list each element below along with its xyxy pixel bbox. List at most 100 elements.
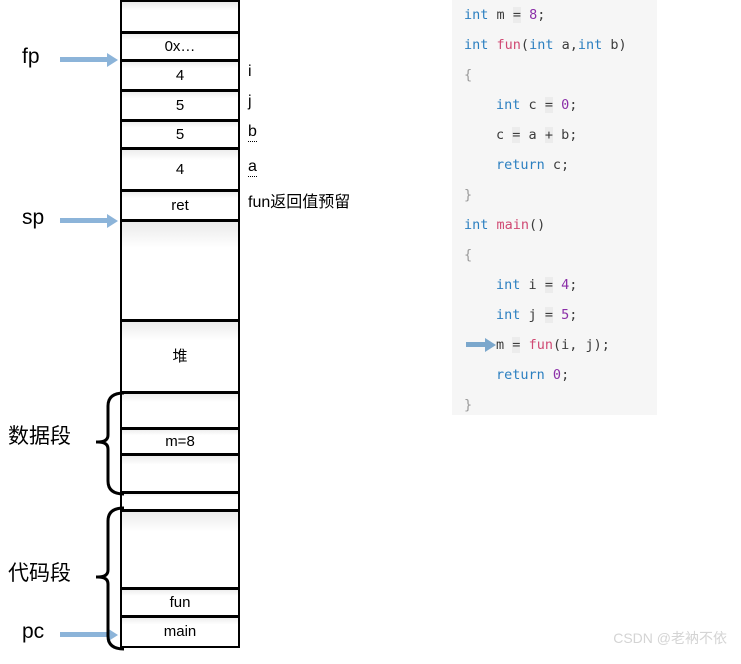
segment-label-data-segment: 数据段 xyxy=(8,425,71,448)
code-token: (i, j); xyxy=(552,337,610,353)
memory-cell: ret xyxy=(122,190,238,220)
code-token: int xyxy=(464,217,489,233)
code-token: 5 xyxy=(561,307,570,323)
code-token: 8 xyxy=(529,7,538,23)
code-token: = xyxy=(512,7,521,23)
memory-cell-divider xyxy=(122,89,238,92)
code-token: } xyxy=(464,187,473,203)
code-line: c = a + b; xyxy=(464,120,577,150)
code-token: 4 xyxy=(561,277,570,293)
arrow-head xyxy=(107,214,118,228)
segment-brace-code-segment-icon xyxy=(96,506,125,651)
memory-cell: 堆 xyxy=(122,320,238,392)
code-line: int m = 8; xyxy=(464,0,545,30)
stack-slot-label: i xyxy=(248,63,252,80)
code-token: { xyxy=(464,247,473,263)
code-token: ( xyxy=(520,37,530,53)
memory-cell-divider xyxy=(122,189,238,192)
stack-slot-label: a xyxy=(248,158,257,177)
stack-slot-label: j xyxy=(248,93,252,110)
watermark: CSDN @老衲不依 xyxy=(613,630,727,646)
code-token: c; xyxy=(544,157,570,173)
memory-cell-divider xyxy=(122,319,238,322)
pointer-label-pc: pc xyxy=(22,620,45,643)
code-token: 0 xyxy=(552,367,562,383)
current-execution-arrow-icon xyxy=(466,338,496,352)
memory-cell-divider xyxy=(122,147,238,150)
code-token: i xyxy=(528,277,537,293)
code-token: } xyxy=(464,397,473,413)
code-token: ; xyxy=(569,307,578,323)
code-token: { xyxy=(464,67,473,83)
arrow-shaft xyxy=(60,218,108,223)
code-token: ; xyxy=(561,367,570,383)
memory-cell-label: ret xyxy=(171,196,189,214)
code-line: int fun(int a,int b) xyxy=(464,30,627,60)
code-token: a, xyxy=(553,37,578,53)
arrow-head xyxy=(485,338,496,352)
code-line: int j = 5; xyxy=(464,300,577,330)
code-token: b; xyxy=(552,127,578,143)
memory-cell-label: 4 xyxy=(175,66,185,84)
pointer-label-fp: fp xyxy=(22,45,40,68)
arrow-shaft xyxy=(60,57,108,62)
segment-brace-data-segment-icon xyxy=(96,391,125,496)
code-token: ; xyxy=(569,97,578,113)
memory-cell-label: 堆 xyxy=(172,347,188,365)
code-token: int xyxy=(496,307,521,323)
code-token: ; xyxy=(569,277,578,293)
code-line: int main() xyxy=(464,210,545,240)
arrow-head xyxy=(107,53,118,67)
code-token: int xyxy=(577,37,603,53)
memory-cell-label: main xyxy=(163,622,197,640)
memory-cell-label: m=8 xyxy=(165,432,195,450)
code-token: () xyxy=(529,217,546,233)
code-token: 0 xyxy=(561,97,570,113)
code-line: return 0; xyxy=(464,360,569,390)
stack-slot-label: b xyxy=(248,123,257,142)
code-token: int xyxy=(496,97,521,113)
code-line: return c; xyxy=(464,150,569,180)
pointer-label-sp: sp xyxy=(22,206,45,229)
brace-path xyxy=(97,506,125,651)
code-token: fun xyxy=(528,337,553,353)
code-line: int c = 0; xyxy=(464,90,577,120)
code-token: = xyxy=(544,97,553,113)
pointer-arrow-sp-icon xyxy=(60,214,118,228)
memory-cell-label: 0x… xyxy=(164,37,196,55)
memory-cell: 4 xyxy=(122,60,238,90)
code-token: + xyxy=(544,127,553,143)
memory-cell-divider xyxy=(122,31,238,34)
source-code-panel: int m = 8; int fun(int a,int b){int c = 0… xyxy=(452,0,657,415)
code-line: { xyxy=(464,60,472,90)
memory-cell-divider xyxy=(122,59,238,62)
code-token: int xyxy=(529,37,554,53)
memory-cell-label: 5 xyxy=(175,96,185,114)
code-line: } xyxy=(464,180,472,210)
code-token: return xyxy=(496,157,545,173)
code-token: int xyxy=(496,277,521,293)
code-token: main xyxy=(496,217,530,233)
code-token: int xyxy=(464,37,489,53)
memory-cell xyxy=(122,220,238,320)
code-line: { xyxy=(464,240,472,270)
code-token: a xyxy=(520,127,545,143)
code-token: fun xyxy=(496,37,521,53)
memory-cell-label: fun xyxy=(169,593,191,611)
code-token: b) xyxy=(602,37,627,53)
brace-path xyxy=(97,391,125,496)
stack-slot-label: fun返回值预留 xyxy=(248,194,351,211)
code-token: = xyxy=(544,277,553,293)
